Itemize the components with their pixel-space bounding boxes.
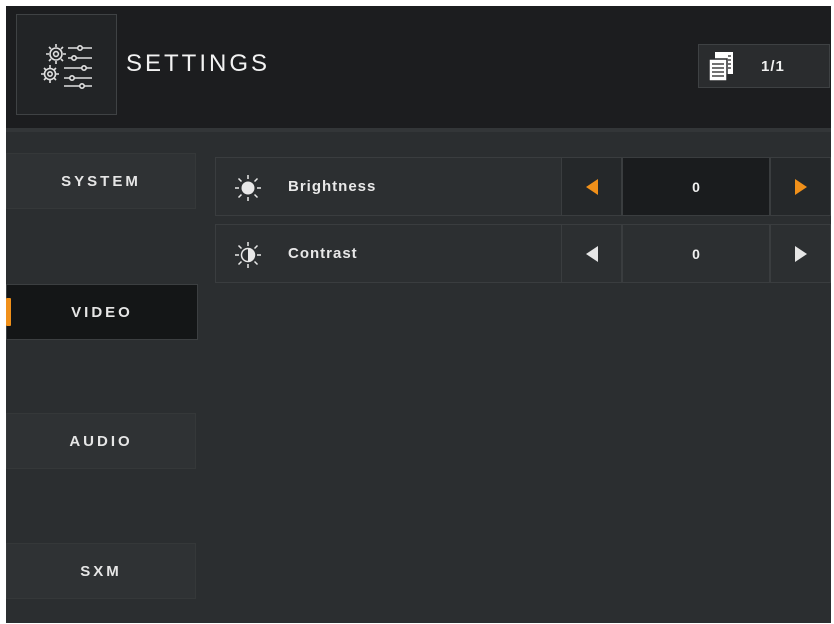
setting-label: Contrast — [288, 245, 358, 262]
screen: SETTINGS 1/1 SYSTEM VIDEO AUDIO SXM Brig… — [6, 6, 831, 623]
page-title: SETTINGS — [126, 50, 271, 77]
brightness-icon — [235, 175, 261, 201]
nav-item-sxm[interactable]: SXM — [6, 543, 196, 599]
setting-row-brightness[interactable]: Brightness 0 — [215, 157, 831, 216]
brightness-decrease-button[interactable] — [561, 157, 622, 216]
nav-item-label: SYSTEM — [61, 172, 141, 190]
settings-logo — [16, 14, 117, 115]
setting-label: Brightness — [288, 178, 377, 195]
contrast-value: 0 — [622, 224, 770, 283]
brightness-value: 0 — [622, 157, 770, 216]
arrow-right-icon — [794, 178, 807, 195]
nav-active-indicator — [6, 298, 11, 326]
nav-item-video[interactable]: VIDEO — [6, 284, 198, 340]
page-indicator-button[interactable]: 1/1 — [698, 44, 830, 88]
settings-gears-sliders-icon — [40, 43, 92, 89]
contrast-icon — [235, 242, 261, 268]
page-indicator-text: 1/1 — [761, 58, 785, 75]
arrow-left-icon — [585, 245, 598, 262]
nav-item-label: AUDIO — [69, 432, 133, 450]
nav-item-label: VIDEO — [71, 303, 133, 321]
header-divider — [6, 128, 831, 132]
contrast-increase-button[interactable] — [770, 224, 831, 283]
arrow-right-icon — [794, 245, 807, 262]
nav-item-label: SXM — [80, 562, 122, 580]
nav-item-audio[interactable]: AUDIO — [6, 413, 196, 469]
header-bar: SETTINGS 1/1 — [6, 6, 831, 128]
nav-item-system[interactable]: SYSTEM — [6, 153, 196, 209]
pages-icon — [708, 52, 733, 82]
arrow-left-icon — [585, 178, 598, 195]
contrast-decrease-button[interactable] — [561, 224, 622, 283]
brightness-increase-button[interactable] — [770, 157, 831, 216]
setting-row-contrast[interactable]: Contrast 0 — [215, 224, 831, 283]
